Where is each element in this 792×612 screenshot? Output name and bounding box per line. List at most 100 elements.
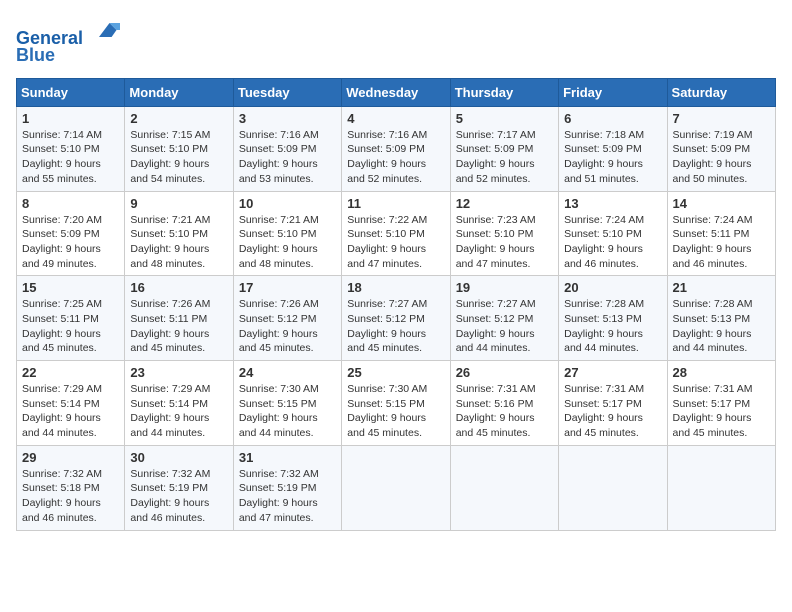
calendar-cell <box>559 445 667 530</box>
day-number: 28 <box>673 365 770 380</box>
calendar-week-3: 15 Sunrise: 7:25 AMSunset: 5:11 PMDaylig… <box>17 276 776 361</box>
day-info: Sunrise: 7:18 AMSunset: 5:09 PMDaylight:… <box>564 128 661 187</box>
day-number: 17 <box>239 280 336 295</box>
day-number: 16 <box>130 280 227 295</box>
calendar-cell: 31 Sunrise: 7:32 AMSunset: 5:19 PMDaylig… <box>233 445 341 530</box>
calendar-cell: 6 Sunrise: 7:18 AMSunset: 5:09 PMDayligh… <box>559 106 667 191</box>
day-info: Sunrise: 7:31 AMSunset: 5:16 PMDaylight:… <box>456 382 553 441</box>
day-number: 3 <box>239 111 336 126</box>
day-number: 24 <box>239 365 336 380</box>
calendar-cell: 9 Sunrise: 7:21 AMSunset: 5:10 PMDayligh… <box>125 191 233 276</box>
day-number: 15 <box>22 280 119 295</box>
day-info: Sunrise: 7:32 AMSunset: 5:19 PMDaylight:… <box>239 467 336 526</box>
day-info: Sunrise: 7:19 AMSunset: 5:09 PMDaylight:… <box>673 128 770 187</box>
calendar-week-5: 29 Sunrise: 7:32 AMSunset: 5:18 PMDaylig… <box>17 445 776 530</box>
col-header-tuesday: Tuesday <box>233 78 341 106</box>
day-number: 22 <box>22 365 119 380</box>
calendar-cell: 17 Sunrise: 7:26 AMSunset: 5:12 PMDaylig… <box>233 276 341 361</box>
calendar-cell: 26 Sunrise: 7:31 AMSunset: 5:16 PMDaylig… <box>450 361 558 446</box>
calendar-cell <box>450 445 558 530</box>
calendar-cell <box>342 445 450 530</box>
calendar-cell: 14 Sunrise: 7:24 AMSunset: 5:11 PMDaylig… <box>667 191 775 276</box>
day-info: Sunrise: 7:15 AMSunset: 5:10 PMDaylight:… <box>130 128 227 187</box>
calendar-table: SundayMondayTuesdayWednesdayThursdayFrid… <box>16 78 776 531</box>
day-number: 25 <box>347 365 444 380</box>
calendar-cell: 19 Sunrise: 7:27 AMSunset: 5:12 PMDaylig… <box>450 276 558 361</box>
calendar-cell: 2 Sunrise: 7:15 AMSunset: 5:10 PMDayligh… <box>125 106 233 191</box>
day-info: Sunrise: 7:29 AMSunset: 5:14 PMDaylight:… <box>22 382 119 441</box>
day-info: Sunrise: 7:26 AMSunset: 5:11 PMDaylight:… <box>130 297 227 356</box>
day-info: Sunrise: 7:32 AMSunset: 5:18 PMDaylight:… <box>22 467 119 526</box>
day-info: Sunrise: 7:22 AMSunset: 5:10 PMDaylight:… <box>347 213 444 272</box>
day-info: Sunrise: 7:28 AMSunset: 5:13 PMDaylight:… <box>673 297 770 356</box>
day-info: Sunrise: 7:26 AMSunset: 5:12 PMDaylight:… <box>239 297 336 356</box>
calendar-cell: 21 Sunrise: 7:28 AMSunset: 5:13 PMDaylig… <box>667 276 775 361</box>
day-number: 31 <box>239 450 336 465</box>
calendar-cell: 7 Sunrise: 7:19 AMSunset: 5:09 PMDayligh… <box>667 106 775 191</box>
calendar-cell: 11 Sunrise: 7:22 AMSunset: 5:10 PMDaylig… <box>342 191 450 276</box>
calendar-cell: 8 Sunrise: 7:20 AMSunset: 5:09 PMDayligh… <box>17 191 125 276</box>
col-header-sunday: Sunday <box>17 78 125 106</box>
calendar-cell: 5 Sunrise: 7:17 AMSunset: 5:09 PMDayligh… <box>450 106 558 191</box>
day-info: Sunrise: 7:23 AMSunset: 5:10 PMDaylight:… <box>456 213 553 272</box>
day-info: Sunrise: 7:17 AMSunset: 5:09 PMDaylight:… <box>456 128 553 187</box>
col-header-saturday: Saturday <box>667 78 775 106</box>
day-info: Sunrise: 7:25 AMSunset: 5:11 PMDaylight:… <box>22 297 119 356</box>
day-number: 14 <box>673 196 770 211</box>
calendar-cell: 1 Sunrise: 7:14 AMSunset: 5:10 PMDayligh… <box>17 106 125 191</box>
calendar-cell <box>667 445 775 530</box>
day-info: Sunrise: 7:32 AMSunset: 5:19 PMDaylight:… <box>130 467 227 526</box>
day-number: 29 <box>22 450 119 465</box>
day-info: Sunrise: 7:27 AMSunset: 5:12 PMDaylight:… <box>347 297 444 356</box>
calendar-cell: 24 Sunrise: 7:30 AMSunset: 5:15 PMDaylig… <box>233 361 341 446</box>
calendar-cell: 25 Sunrise: 7:30 AMSunset: 5:15 PMDaylig… <box>342 361 450 446</box>
day-number: 6 <box>564 111 661 126</box>
day-info: Sunrise: 7:16 AMSunset: 5:09 PMDaylight:… <box>347 128 444 187</box>
day-number: 23 <box>130 365 227 380</box>
day-number: 26 <box>456 365 553 380</box>
day-info: Sunrise: 7:16 AMSunset: 5:09 PMDaylight:… <box>239 128 336 187</box>
day-info: Sunrise: 7:31 AMSunset: 5:17 PMDaylight:… <box>673 382 770 441</box>
logo: General Blue <box>16 16 120 66</box>
day-info: Sunrise: 7:21 AMSunset: 5:10 PMDaylight:… <box>130 213 227 272</box>
col-header-wednesday: Wednesday <box>342 78 450 106</box>
day-number: 5 <box>456 111 553 126</box>
day-number: 13 <box>564 196 661 211</box>
day-info: Sunrise: 7:31 AMSunset: 5:17 PMDaylight:… <box>564 382 661 441</box>
calendar-cell: 20 Sunrise: 7:28 AMSunset: 5:13 PMDaylig… <box>559 276 667 361</box>
day-number: 11 <box>347 196 444 211</box>
day-number: 8 <box>22 196 119 211</box>
day-number: 12 <box>456 196 553 211</box>
day-info: Sunrise: 7:20 AMSunset: 5:09 PMDaylight:… <box>22 213 119 272</box>
calendar-cell: 27 Sunrise: 7:31 AMSunset: 5:17 PMDaylig… <box>559 361 667 446</box>
day-info: Sunrise: 7:14 AMSunset: 5:10 PMDaylight:… <box>22 128 119 187</box>
day-number: 2 <box>130 111 227 126</box>
day-number: 21 <box>673 280 770 295</box>
day-number: 1 <box>22 111 119 126</box>
day-info: Sunrise: 7:28 AMSunset: 5:13 PMDaylight:… <box>564 297 661 356</box>
day-number: 19 <box>456 280 553 295</box>
calendar-cell: 4 Sunrise: 7:16 AMSunset: 5:09 PMDayligh… <box>342 106 450 191</box>
day-info: Sunrise: 7:24 AMSunset: 5:11 PMDaylight:… <box>673 213 770 272</box>
calendar-cell: 29 Sunrise: 7:32 AMSunset: 5:18 PMDaylig… <box>17 445 125 530</box>
calendar-cell: 23 Sunrise: 7:29 AMSunset: 5:14 PMDaylig… <box>125 361 233 446</box>
calendar-week-1: 1 Sunrise: 7:14 AMSunset: 5:10 PMDayligh… <box>17 106 776 191</box>
col-header-monday: Monday <box>125 78 233 106</box>
day-number: 18 <box>347 280 444 295</box>
calendar-cell: 18 Sunrise: 7:27 AMSunset: 5:12 PMDaylig… <box>342 276 450 361</box>
day-number: 20 <box>564 280 661 295</box>
calendar-cell: 28 Sunrise: 7:31 AMSunset: 5:17 PMDaylig… <box>667 361 775 446</box>
day-number: 10 <box>239 196 336 211</box>
day-info: Sunrise: 7:27 AMSunset: 5:12 PMDaylight:… <box>456 297 553 356</box>
calendar-cell: 22 Sunrise: 7:29 AMSunset: 5:14 PMDaylig… <box>17 361 125 446</box>
day-number: 30 <box>130 450 227 465</box>
calendar-cell: 15 Sunrise: 7:25 AMSunset: 5:11 PMDaylig… <box>17 276 125 361</box>
day-number: 7 <box>673 111 770 126</box>
page-header: General Blue <box>16 16 776 66</box>
day-info: Sunrise: 7:30 AMSunset: 5:15 PMDaylight:… <box>239 382 336 441</box>
calendar-cell: 12 Sunrise: 7:23 AMSunset: 5:10 PMDaylig… <box>450 191 558 276</box>
day-number: 4 <box>347 111 444 126</box>
col-header-thursday: Thursday <box>450 78 558 106</box>
calendar-week-4: 22 Sunrise: 7:29 AMSunset: 5:14 PMDaylig… <box>17 361 776 446</box>
day-info: Sunrise: 7:21 AMSunset: 5:10 PMDaylight:… <box>239 213 336 272</box>
